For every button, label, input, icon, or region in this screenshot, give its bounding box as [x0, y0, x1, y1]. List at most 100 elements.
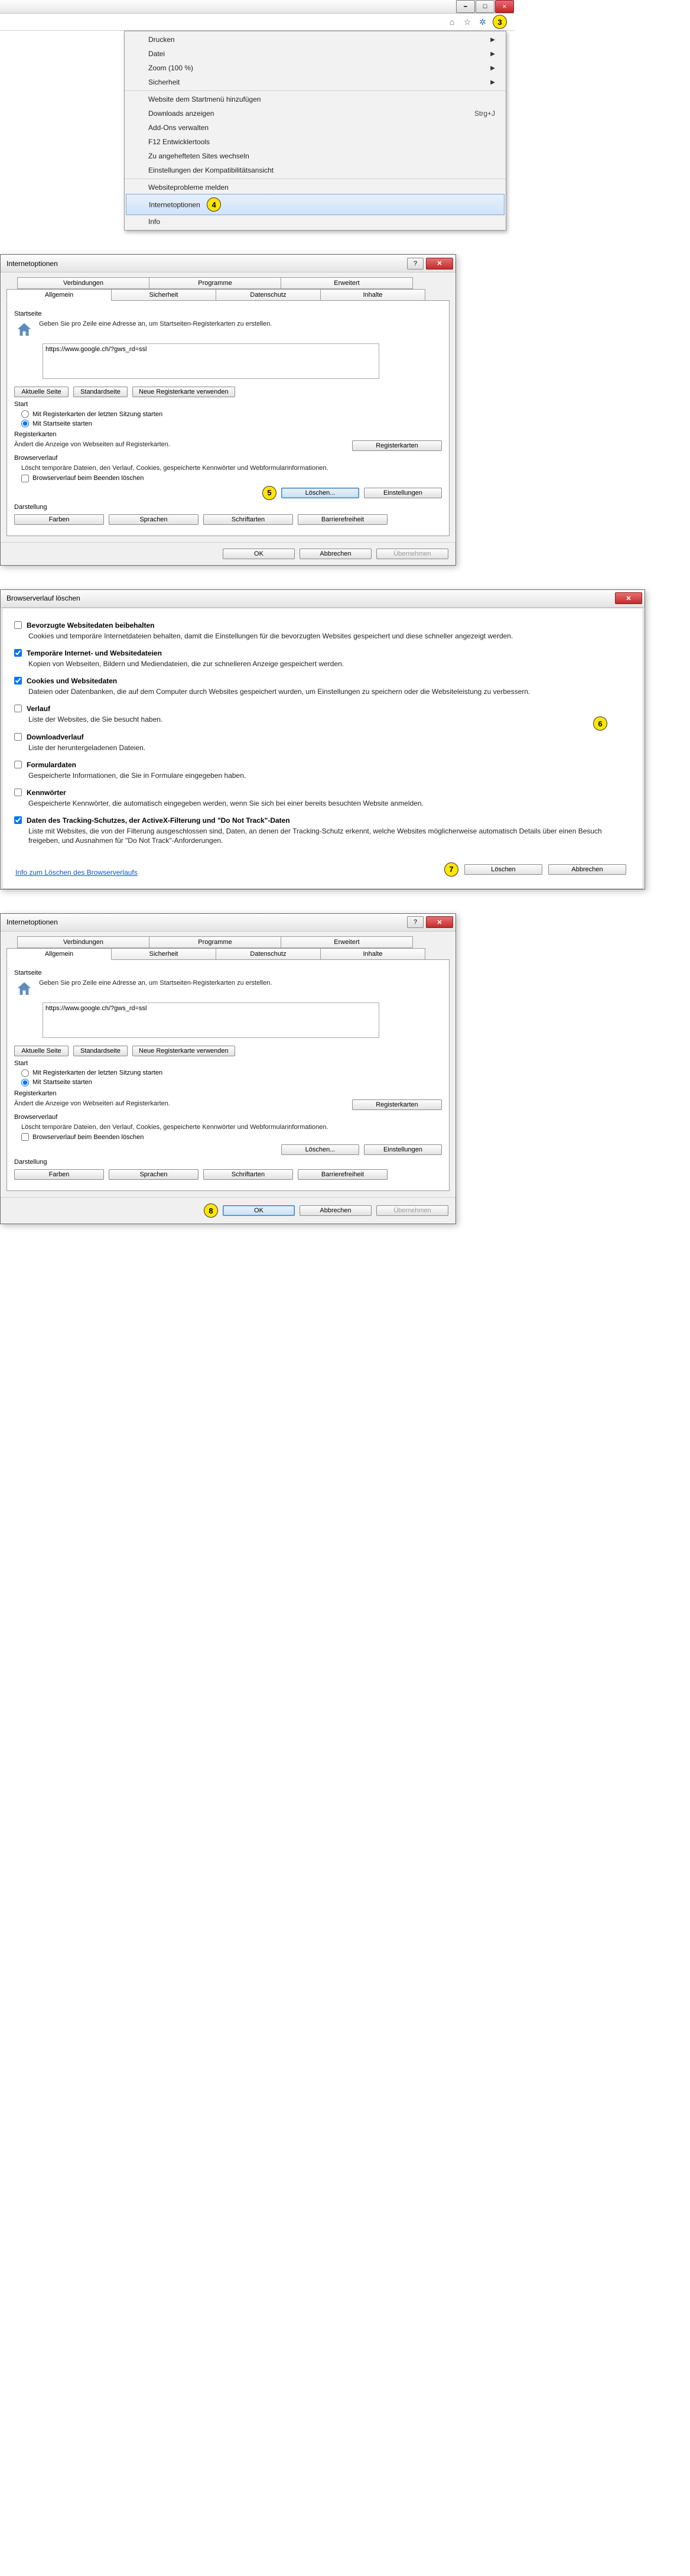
tabs-hint: Ändert die Anzeige von Webseiten auf Reg…	[14, 1099, 262, 1108]
btn-ok[interactable]: OK	[223, 549, 295, 559]
radio-homepage[interactable]	[21, 1079, 29, 1086]
history-checkbox[interactable]	[14, 816, 22, 824]
btn-delete-history[interactable]: Löschen...	[281, 488, 359, 498]
tab-general[interactable]: Allgemein	[6, 289, 112, 301]
radio-label: Mit Startseite starten	[32, 420, 92, 427]
window-close-button[interactable]: ✕	[495, 0, 514, 13]
tab-programs[interactable]: Programme	[149, 277, 281, 289]
gear-icon[interactable]: ✲	[477, 17, 488, 27]
history-checkbox[interactable]	[14, 761, 22, 768]
dialog-close-button[interactable]: ✕	[426, 258, 453, 270]
history-option-title: Cookies und Websitedaten	[27, 677, 117, 685]
radio-homepage[interactable]	[21, 420, 29, 427]
tab-content[interactable]: Inhalte	[320, 948, 425, 960]
history-checkbox[interactable]	[14, 677, 22, 684]
radio-last-session[interactable]	[21, 1069, 29, 1077]
btn-use-new-tab[interactable]: Neue Registerkarte verwenden	[132, 387, 235, 397]
startpage-url-input[interactable]	[43, 343, 379, 379]
btn-default-page[interactable]: Standardseite	[73, 1046, 128, 1056]
history-checkbox[interactable]	[14, 621, 22, 629]
menu-item-print[interactable]: Drucken▶	[125, 33, 506, 47]
history-checkbox[interactable]	[14, 705, 22, 712]
tab-privacy[interactable]: Datenschutz	[216, 948, 321, 960]
btn-history-settings[interactable]: Einstellungen	[364, 488, 442, 498]
history-checkbox[interactable]	[14, 733, 22, 741]
btn-languages[interactable]: Sprachen	[109, 1169, 198, 1180]
link-about-delete-history[interactable]: Info zum Löschen des Browserverlaufs	[15, 868, 138, 877]
btn-use-new-tab[interactable]: Neue Registerkarte verwenden	[132, 1046, 235, 1056]
group-start: Start	[14, 1060, 442, 1067]
btn-fonts[interactable]: Schriftarten	[203, 514, 293, 525]
home-icon[interactable]: ⌂	[447, 17, 457, 27]
startpage-url-input[interactable]	[43, 1003, 379, 1038]
btn-history-settings[interactable]: Einstellungen	[364, 1144, 442, 1155]
history-option-desc: Cookies und temporäre Internetdateien be…	[28, 631, 631, 641]
tab-privacy[interactable]: Datenschutz	[216, 289, 321, 301]
btn-languages[interactable]: Sprachen	[109, 514, 198, 525]
menu-item-pinned[interactable]: Zu angehefteten Sites wechseln	[125, 149, 506, 163]
btn-current-page[interactable]: Aktuelle Seite	[14, 1046, 69, 1056]
tab-security[interactable]: Sicherheit	[111, 948, 216, 960]
tab-panel-general: Startseite Geben Sie pro Zeile eine Adre…	[6, 300, 450, 536]
menu-item-internet-options[interactable]: Internetoptionen 4	[126, 194, 505, 215]
btn-fonts[interactable]: Schriftarten	[203, 1169, 293, 1180]
history-option-title: Formulardaten	[27, 761, 76, 769]
btn-current-page[interactable]: Aktuelle Seite	[14, 387, 69, 397]
history-hint: Löscht temporäre Dateien, den Verlauf, C…	[21, 464, 442, 473]
menu-item-security[interactable]: Sicherheit▶	[125, 75, 506, 89]
chk-delete-on-exit[interactable]	[21, 475, 29, 482]
tab-advanced[interactable]: Erweitert	[281, 277, 413, 289]
history-checkbox[interactable]	[14, 789, 22, 796]
tab-content[interactable]: Inhalte	[320, 289, 425, 301]
tab-connections[interactable]: Verbindungen	[17, 277, 149, 289]
history-option-desc: Liste mit Websites, die von der Filterun…	[28, 826, 631, 845]
btn-apply[interactable]: Übernehmen	[376, 1205, 448, 1216]
menu-item-report[interactable]: Websiteprobleme melden	[125, 180, 506, 194]
btn-cancel[interactable]: Abbrechen	[300, 1205, 372, 1216]
favorites-icon[interactable]: ☆	[462, 17, 473, 27]
dialog-close-button[interactable]: ✕	[426, 916, 453, 928]
window-minimize-button[interactable]: ━	[456, 0, 475, 13]
btn-accessibility[interactable]: Barrierefreiheit	[298, 514, 388, 525]
chk-delete-on-exit[interactable]	[21, 1133, 29, 1141]
dialog-help-button[interactable]: ?	[407, 916, 424, 928]
tab-security[interactable]: Sicherheit	[111, 289, 216, 301]
history-option: KennwörterGespeicherte Kennwörter, die a…	[14, 789, 631, 808]
menu-item-f12[interactable]: F12 Entwicklertools	[125, 135, 506, 149]
history-option-desc: Gespeicherte Kennwörter, die automatisch…	[28, 799, 631, 808]
btn-colors[interactable]: Farben	[14, 1169, 104, 1180]
btn-default-page[interactable]: Standardseite	[73, 387, 128, 397]
btn-tabs-settings[interactable]: Registerkarten	[352, 1099, 442, 1110]
menu-item-file[interactable]: Datei▶	[125, 47, 506, 61]
menu-item-compat[interactable]: Einstellungen der Kompatibilitätsansicht	[125, 163, 506, 177]
tab-connections[interactable]: Verbindungen	[17, 936, 149, 948]
btn-colors[interactable]: Farben	[14, 514, 104, 525]
tools-menu: Drucken▶ Datei▶ Zoom (100 %)▶ Sicherheit…	[124, 31, 506, 231]
history-checkbox[interactable]	[14, 649, 22, 657]
menu-item-addons[interactable]: Add-Ons verwalten	[125, 121, 506, 135]
history-option-desc: Liste der heruntergeladenen Dateien.	[28, 743, 631, 752]
menu-item-zoom[interactable]: Zoom (100 %)▶	[125, 61, 506, 75]
btn-delete-cancel[interactable]: Abbrechen	[548, 864, 626, 875]
dialog-help-button[interactable]: ?	[407, 258, 424, 270]
btn-apply[interactable]: Übernehmen	[376, 549, 448, 559]
step-marker-4: 4	[207, 197, 221, 212]
btn-cancel[interactable]: Abbrechen	[300, 549, 372, 559]
menu-item-add-start[interactable]: Website dem Startmenü hinzufügen	[125, 92, 506, 106]
btn-accessibility[interactable]: Barrierefreiheit	[298, 1169, 388, 1180]
radio-last-session[interactable]	[21, 410, 29, 418]
window-titlebar: ━ ☐ ✕	[0, 0, 514, 14]
btn-delete-history[interactable]: Löschen...	[281, 1144, 359, 1155]
dialog-close-button[interactable]: ✕	[615, 592, 642, 604]
menu-item-info[interactable]: Info	[125, 215, 506, 229]
step-marker-3: 3	[493, 15, 507, 29]
tab-advanced[interactable]: Erweitert	[281, 936, 413, 948]
tabs-hint: Ändert die Anzeige von Webseiten auf Reg…	[14, 440, 262, 449]
menu-item-downloads[interactable]: Downloads anzeigenStrg+J	[125, 106, 506, 121]
btn-delete-confirm[interactable]: Löschen	[464, 864, 542, 875]
tab-programs[interactable]: Programme	[149, 936, 281, 948]
window-maximize-button[interactable]: ☐	[476, 0, 494, 13]
tab-general[interactable]: Allgemein	[6, 948, 112, 960]
btn-tabs-settings[interactable]: Registerkarten	[352, 440, 442, 451]
btn-ok[interactable]: OK	[223, 1205, 295, 1216]
